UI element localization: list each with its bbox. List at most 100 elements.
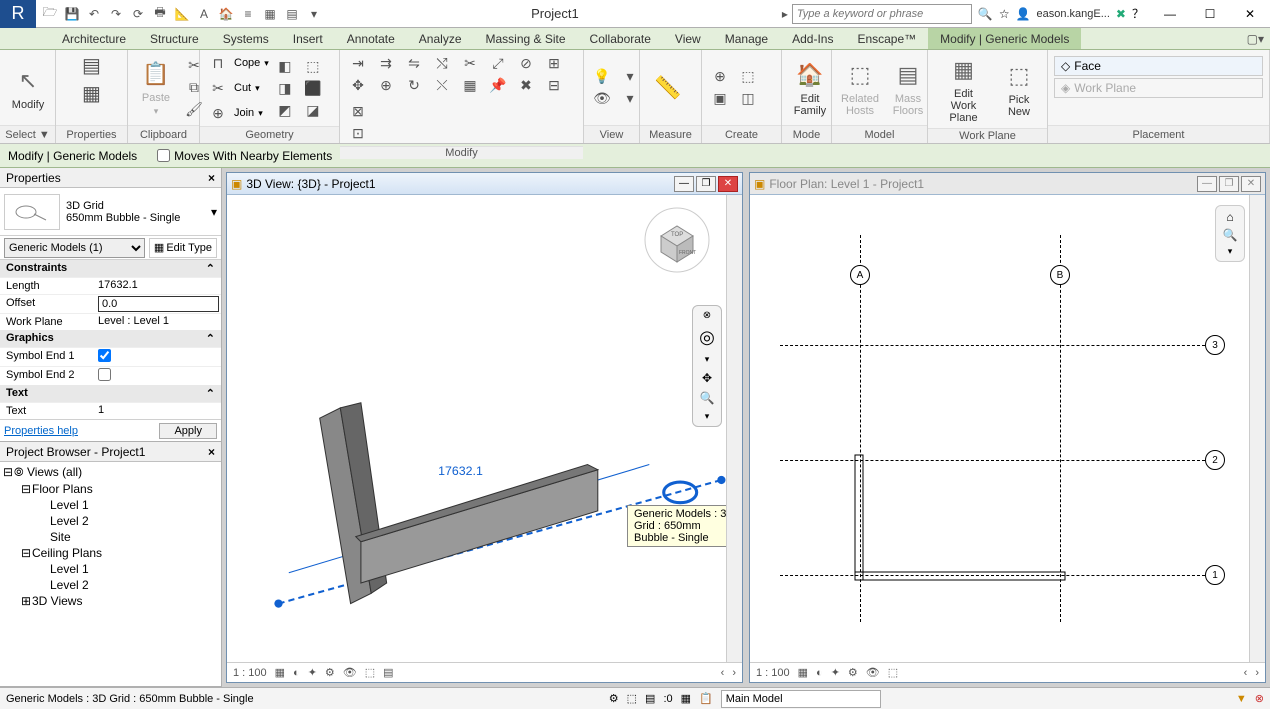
tree-level1[interactable]: Level 1: [50, 498, 89, 512]
steering-wheel-icon[interactable]: ◎: [699, 327, 715, 348]
vc-icon[interactable]: ⬚: [888, 666, 898, 679]
project-tree[interactable]: ⊟⦾ Views (all) ⊟Floor Plans Level 1 Leve…: [0, 462, 221, 686]
unpin-icon[interactable]: ⊘: [514, 52, 538, 74]
split-icon[interactable]: ✂: [458, 52, 482, 74]
vc-arrow-icon[interactable]: ›: [1255, 667, 1259, 679]
tab-structure[interactable]: Structure: [138, 28, 211, 49]
tree-ceiling-l2[interactable]: Level 2: [50, 578, 89, 592]
vc-icon[interactable]: ◐: [816, 667, 823, 679]
text-icon[interactable]: A: [194, 4, 214, 24]
placement-face[interactable]: ◇Face: [1054, 56, 1263, 76]
measure-icon[interactable]: 📐: [172, 4, 192, 24]
vc-icon[interactable]: ▦: [275, 666, 285, 679]
group-text[interactable]: Text: [6, 387, 28, 400]
mirror-draw-icon[interactable]: ⤭: [430, 52, 454, 74]
tree-toggle-icon[interactable]: ⊟: [20, 482, 32, 496]
edit-type-button[interactable]: ▦Edit Type: [149, 238, 217, 258]
tree-ceiling[interactable]: Ceiling Plans: [32, 546, 102, 560]
browser-close-icon[interactable]: ×: [208, 445, 215, 459]
category-filter[interactable]: Generic Models (1): [4, 238, 145, 258]
search-arrow-icon[interactable]: ▸: [782, 7, 788, 21]
mirror-axis-icon[interactable]: ⇋: [402, 52, 426, 74]
switch-window-icon[interactable]: ▤: [282, 4, 302, 24]
prop-symbolend2-check[interactable]: [98, 368, 111, 381]
placement-workplane[interactable]: ◈Work Plane: [1054, 78, 1263, 98]
geometry-tool-1-icon[interactable]: ◧: [273, 55, 297, 77]
view-close-button[interactable]: ✕: [718, 176, 738, 192]
navigation-bar[interactable]: ⊗ ◎ ▾ ✥ 🔍 ▾: [692, 305, 722, 427]
edit-workplane-button[interactable]: ▦Edit Work Plane: [934, 52, 993, 126]
status-icon[interactable]: ⚙: [609, 692, 619, 705]
tab-annotate[interactable]: Annotate: [335, 28, 407, 49]
vc-icon[interactable]: ⚙: [325, 666, 335, 679]
view-restore-button[interactable]: ❐: [1219, 176, 1239, 192]
rotate-icon[interactable]: ↻: [402, 74, 426, 96]
vc-icon[interactable]: 👁: [343, 666, 357, 679]
pan-icon[interactable]: ✥: [702, 371, 712, 385]
close-hidden-icon[interactable]: ▦: [260, 4, 280, 24]
geometry-tool-5-icon[interactable]: ⬛: [301, 77, 325, 99]
status-select-icon[interactable]: ⊗: [1255, 692, 1264, 705]
vc-icon[interactable]: 👁: [866, 666, 880, 679]
status-icon[interactable]: ⬚: [627, 692, 637, 705]
workset-combo[interactable]: Main Model: [721, 690, 881, 708]
modify-tool[interactable]: ↖Modify: [6, 63, 50, 113]
scale-label[interactable]: 1 : 100: [233, 667, 267, 679]
tree-3dviews[interactable]: 3D Views: [32, 594, 82, 608]
modify-extra2-icon[interactable]: ⊟: [542, 74, 566, 96]
status-icon[interactable]: ▤: [645, 692, 655, 705]
user-name[interactable]: eason.kangE...: [1037, 8, 1110, 20]
view-cube[interactable]: TOP FRONT: [642, 205, 712, 275]
redo-icon[interactable]: ↷: [106, 4, 126, 24]
minimize-button[interactable]: —: [1150, 0, 1190, 28]
cut-geom-icon[interactable]: ✂: [206, 77, 230, 99]
copy-icon[interactable]: ⊕: [374, 74, 398, 96]
view-min-button[interactable]: —: [674, 176, 694, 192]
create-similar-icon[interactable]: ⊕: [708, 66, 732, 88]
tree-level2[interactable]: Level 2: [50, 514, 89, 528]
geometry-tool-6-icon[interactable]: ◪: [301, 99, 325, 121]
join-button[interactable]: Join: [232, 107, 256, 119]
apply-button[interactable]: Apply: [159, 423, 217, 439]
view-restore-button[interactable]: ❐: [696, 176, 716, 192]
type-properties-icon[interactable]: ▤: [68, 52, 116, 78]
scrollbar-vertical[interactable]: [726, 195, 742, 662]
view-close-button[interactable]: ✕: [1241, 176, 1261, 192]
vc-icon[interactable]: ⬚: [365, 666, 375, 679]
tree-site[interactable]: Site: [50, 530, 71, 544]
prop-offset-input[interactable]: [98, 296, 219, 312]
status-icon[interactable]: ▦: [681, 692, 691, 705]
tree-floorplans[interactable]: Floor Plans: [32, 482, 93, 496]
tree-views[interactable]: Views (all): [27, 465, 82, 479]
trim-icon[interactable]: ⤬: [430, 74, 454, 96]
vc-icon[interactable]: ✦: [308, 666, 317, 679]
thin-lines-icon[interactable]: ≡: [238, 4, 258, 24]
star-icon[interactable]: ☆: [999, 7, 1010, 21]
collapse-icon[interactable]: ⌃: [206, 387, 215, 400]
vc-icon[interactable]: ▦: [798, 666, 808, 679]
geometry-tool-4-icon[interactable]: ⬚: [301, 55, 325, 77]
collapse-icon[interactable]: ⌃: [206, 332, 215, 345]
modify-extra1-icon[interactable]: ⊞: [542, 52, 566, 74]
create-part-icon[interactable]: ◫: [736, 88, 760, 110]
plan-navigation-bar[interactable]: ⌂ 🔍 ▾: [1215, 205, 1245, 262]
tab-architecture[interactable]: Architecture: [50, 28, 138, 49]
scrollbar-vertical[interactable]: [1249, 195, 1265, 662]
vc-arrow-icon[interactable]: ‹: [1244, 667, 1248, 679]
tab-systems[interactable]: Systems: [211, 28, 281, 49]
vc-icon[interactable]: ◐: [293, 667, 300, 679]
moves-with-nearby-checkbox[interactable]: Moves With Nearby Elements: [157, 149, 332, 163]
scale-icon[interactable]: ⤢: [486, 52, 510, 74]
binoculars-icon[interactable]: 🔍: [978, 7, 993, 21]
geometry-tool-3-icon[interactable]: ◩: [273, 99, 297, 121]
dropdown-icon[interactable]: ▾: [304, 4, 324, 24]
prop-symbolend1-check[interactable]: [98, 349, 111, 362]
group-constraints[interactable]: Constraints: [6, 262, 67, 275]
properties-panel-icon[interactable]: ▦: [68, 80, 116, 106]
tab-enscape[interactable]: Enscape™: [845, 28, 928, 49]
measure-button[interactable]: 📏: [646, 70, 690, 106]
ribbon-state-icon[interactable]: ▢▾: [1241, 28, 1270, 49]
move-icon[interactable]: ✥: [346, 74, 370, 96]
tab-insert[interactable]: Insert: [281, 28, 335, 49]
pin-icon[interactable]: 📌: [486, 74, 510, 96]
